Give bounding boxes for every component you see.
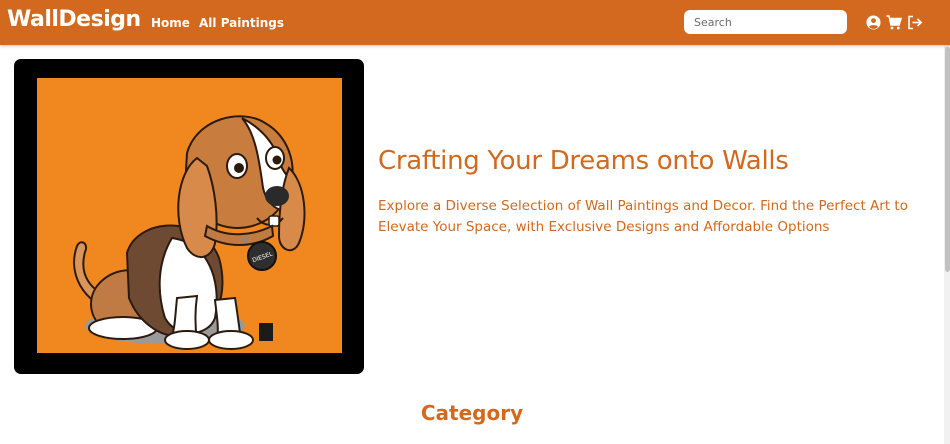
user-circle-icon[interactable] xyxy=(865,14,881,30)
page-scrollbar-thumb[interactable] xyxy=(945,47,950,272)
hero-image-frame: DIESEL xyxy=(14,59,364,374)
logout-icon[interactable] xyxy=(907,14,923,30)
search-input[interactable] xyxy=(684,10,847,34)
hero-painting: DIESEL xyxy=(37,78,342,353)
hero-title: Crafting Your Dreams onto Walls xyxy=(378,146,789,176)
nav-home-link[interactable]: Home xyxy=(151,16,190,30)
brand-logo[interactable]: WallDesign xyxy=(7,7,141,32)
beagle-illustration: DIESEL xyxy=(73,115,306,350)
hero-description: Explore a Diverse Selection of Wall Pain… xyxy=(378,198,908,235)
category-heading: Category xyxy=(420,401,524,425)
top-navbar: WallDesign Home All Paintings xyxy=(0,0,950,45)
cart-icon[interactable] xyxy=(886,14,902,30)
nav-all-paintings-link[interactable]: All Paintings xyxy=(199,16,284,30)
